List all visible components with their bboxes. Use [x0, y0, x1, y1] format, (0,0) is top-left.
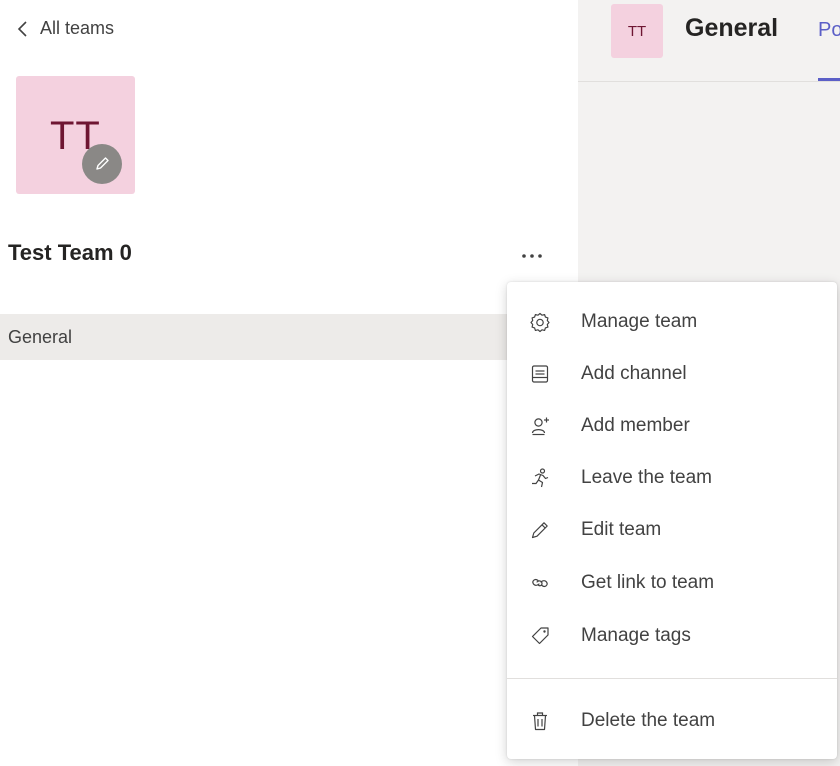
menu-item-add-channel[interactable]: Add channel [507, 348, 837, 400]
menu-item-get-link[interactable]: Get link to team [507, 557, 837, 609]
tab-posts[interactable]: Posts [818, 19, 840, 42]
channel-title: General [685, 14, 779, 42]
menu-item-label: Manage team [581, 311, 698, 332]
pencil-icon [531, 522, 548, 539]
more-horizontal-icon [522, 254, 542, 258]
channel-team-avatar: TT [611, 4, 663, 58]
chevron-left-icon [17, 20, 27, 37]
menu-item-edit-team[interactable]: Edit team [507, 504, 837, 556]
menu-item-label: Add member [581, 415, 690, 436]
menu-item-label: Get link to team [581, 572, 715, 593]
menu-item-label: Edit team [581, 519, 662, 540]
channel-list-icon [531, 365, 549, 383]
team-options-menu: Manage team Add channel Add member Leave… [507, 282, 837, 759]
channel-item-general[interactable]: General [0, 314, 578, 360]
team-panel: All teams TT Test Team 0 General [0, 0, 578, 766]
menu-item-manage-team[interactable]: Manage team [507, 296, 837, 348]
more-options-button[interactable] [512, 238, 552, 274]
link-icon [532, 578, 548, 588]
active-tab-indicator [818, 78, 840, 81]
menu-item-delete-team[interactable]: Delete the team [507, 695, 837, 747]
menu-item-label: Delete the team [581, 710, 716, 731]
pencil-icon [96, 157, 109, 170]
team-name: Test Team 0 [8, 240, 132, 265]
channel-header: TT General Posts [578, 0, 840, 82]
person-add-icon [531, 417, 549, 436]
menu-divider [507, 678, 837, 679]
menu-item-manage-tags[interactable]: Manage tags [507, 610, 837, 662]
back-to-all-teams[interactable]: All teams [16, 18, 114, 39]
running-person-icon [532, 468, 549, 488]
menu-item-add-member[interactable]: Add member [507, 400, 837, 452]
channel-label: General [8, 326, 73, 347]
menu-item-label: Leave the team [581, 467, 712, 488]
trash-icon [533, 712, 547, 731]
gear-icon [530, 312, 550, 333]
tag-icon [531, 627, 549, 645]
edit-avatar-button[interactable] [82, 144, 122, 184]
menu-item-label: Add channel [581, 363, 687, 384]
menu-item-leave-team[interactable]: Leave the team [507, 452, 837, 504]
back-link-label: All teams [40, 18, 115, 38]
menu-item-label: Manage tags [581, 625, 691, 646]
